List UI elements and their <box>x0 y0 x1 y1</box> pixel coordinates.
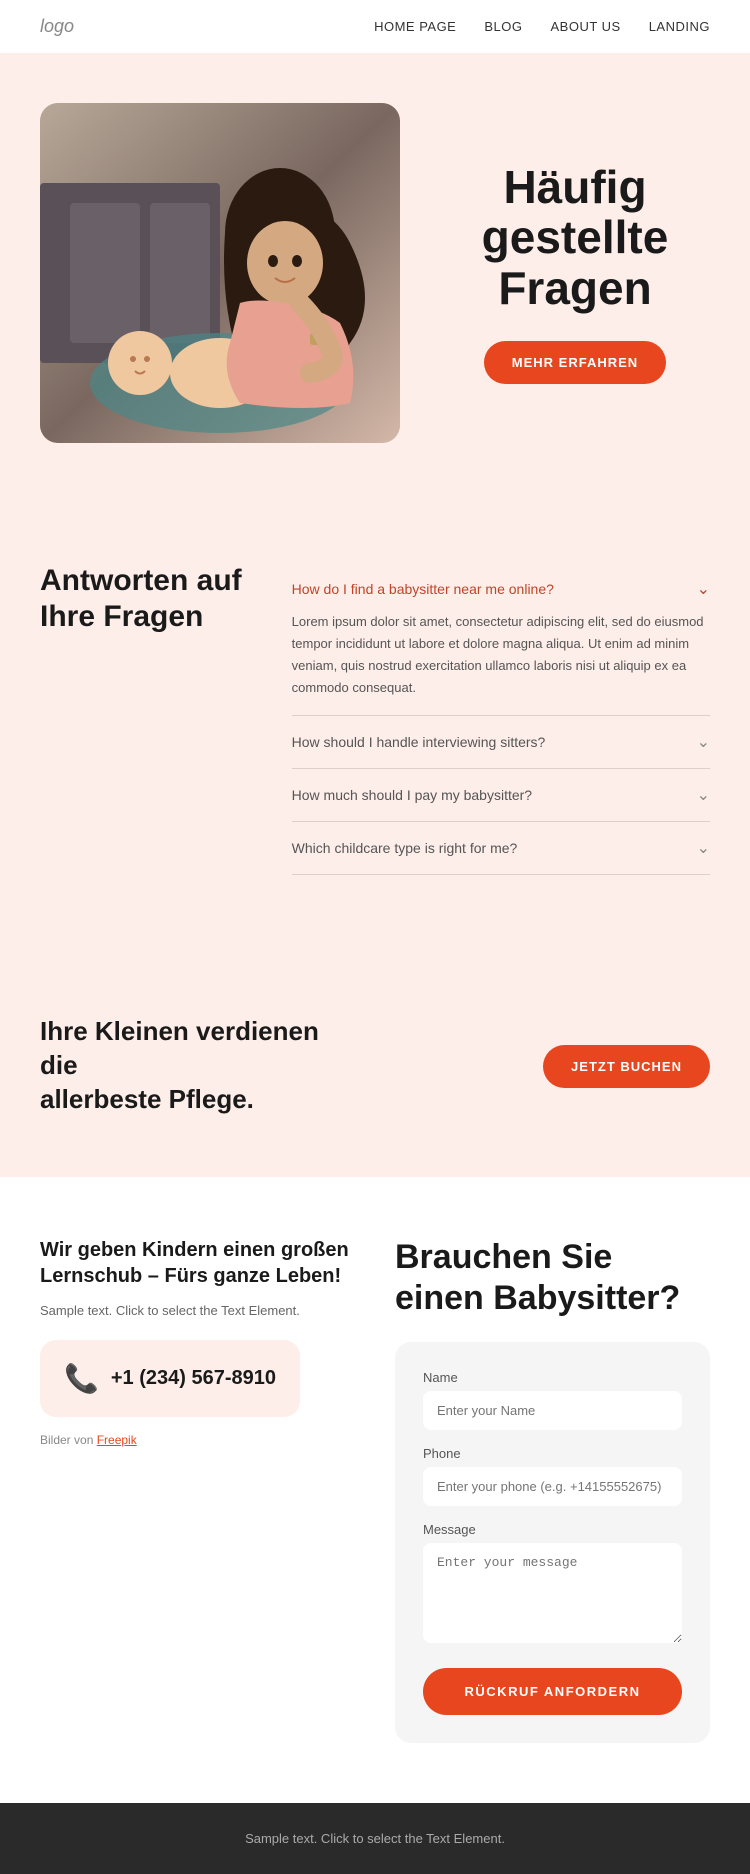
phone-group: Phone <box>423 1446 682 1506</box>
faq-item-2: How should I handle interviewing sitters… <box>292 716 710 769</box>
faq-question-4: Which childcare type is right for me? <box>292 840 518 856</box>
faq-question-1: How do I find a babysitter near me onlin… <box>292 581 554 597</box>
nav-about[interactable]: ABOUT US <box>550 19 620 34</box>
contact-right: Brauchen Sie einen Babysitter? Name Phon… <box>395 1237 710 1744</box>
submit-button[interactable]: RÜCKRUF ANFORDERN <box>423 1668 682 1715</box>
hero-image <box>40 103 400 443</box>
faq-answer-1: Lorem ipsum dolor sit amet, consectetur … <box>292 611 710 699</box>
cta-text: Ihre Kleinen verdienen die allerbeste Pf… <box>40 1015 360 1116</box>
faq-item-3: How much should I pay my babysitter? ⌄ <box>292 769 710 822</box>
jetzt-buchen-button[interactable]: JETZT BUCHEN <box>543 1045 710 1088</box>
name-input[interactable] <box>423 1391 682 1430</box>
footer-text: Sample text. Click to select the Text El… <box>40 1831 710 1846</box>
faq-heading: Antworten auf Ihre Fragen <box>40 563 242 635</box>
photo-credit: Bilder von Freepik <box>40 1433 355 1447</box>
phone-box: 📞 +1 (234) 567-8910 <box>40 1340 300 1417</box>
faq-chevron-1: ⌄ <box>697 579 710 599</box>
contact-left-title: Wir geben Kindern einen großen Lernschub… <box>40 1237 355 1289</box>
faq-item-2-header[interactable]: How should I handle interviewing sitters… <box>292 732 710 752</box>
faq-item-1-header[interactable]: How do I find a babysitter near me onlin… <box>292 579 710 599</box>
name-group: Name <box>423 1370 682 1430</box>
faq-item-4: Which childcare type is right for me? ⌄ <box>292 822 710 875</box>
phone-number: +1 (234) 567-8910 <box>111 1367 276 1390</box>
mehr-erfahren-button[interactable]: MEHR ERFAHREN <box>484 341 666 384</box>
phone-input[interactable] <box>423 1467 682 1506</box>
contact-left: Wir geben Kindern einen großen Lernschub… <box>40 1237 355 1448</box>
faq-item-3-header[interactable]: How much should I pay my babysitter? ⌄ <box>292 785 710 805</box>
faq-section: Antworten auf Ihre Fragen How do I find … <box>0 503 750 955</box>
hero-section: Häufig gestellte Fragen MEHR ERFAHREN <box>0 53 750 503</box>
contact-form-card: Name Phone Message RÜCKRUF ANFORDERN <box>395 1342 710 1743</box>
logo: logo <box>40 16 74 37</box>
hero-title: Häufig gestellte Fragen <box>440 162 710 314</box>
faq-accordion: How do I find a babysitter near me onlin… <box>292 563 710 875</box>
message-label: Message <box>423 1522 682 1537</box>
footer: Sample text. Click to select the Text El… <box>0 1803 750 1874</box>
nav-blog[interactable]: BLOG <box>484 19 522 34</box>
faq-chevron-3: ⌄ <box>697 785 710 805</box>
hero-right: Häufig gestellte Fragen MEHR ERFAHREN <box>440 162 710 385</box>
nav-home[interactable]: HOME PAGE <box>374 19 456 34</box>
contact-right-title: Brauchen Sie einen Babysitter? <box>395 1237 710 1319</box>
faq-chevron-4: ⌄ <box>697 838 710 858</box>
cta-section: Ihre Kleinen verdienen die allerbeste Pf… <box>0 955 750 1176</box>
faq-item-4-header[interactable]: Which childcare type is right for me? ⌄ <box>292 838 710 858</box>
nav-links: HOME PAGE BLOG ABOUT US LANDING <box>374 19 710 34</box>
contact-section: Wir geben Kindern einen großen Lernschub… <box>0 1177 750 1804</box>
message-group: Message <box>423 1522 682 1648</box>
faq-chevron-2: ⌄ <box>697 732 710 752</box>
faq-item-1: How do I find a babysitter near me onlin… <box>292 563 710 716</box>
phone-label: Phone <box>423 1446 682 1461</box>
faq-question-2: How should I handle interviewing sitters… <box>292 734 546 750</box>
faq-left: Antworten auf Ihre Fragen <box>40 563 242 635</box>
message-textarea[interactable] <box>423 1543 682 1643</box>
navbar: logo HOME PAGE BLOG ABOUT US LANDING <box>0 0 750 53</box>
name-label: Name <box>423 1370 682 1385</box>
nav-landing[interactable]: LANDING <box>649 19 710 34</box>
phone-icon: 📞 <box>64 1362 99 1395</box>
faq-question-3: How much should I pay my babysitter? <box>292 787 532 803</box>
photo-credit-link[interactable]: Freepik <box>97 1433 137 1447</box>
contact-sample-text: Sample text. Click to select the Text El… <box>40 1301 355 1321</box>
